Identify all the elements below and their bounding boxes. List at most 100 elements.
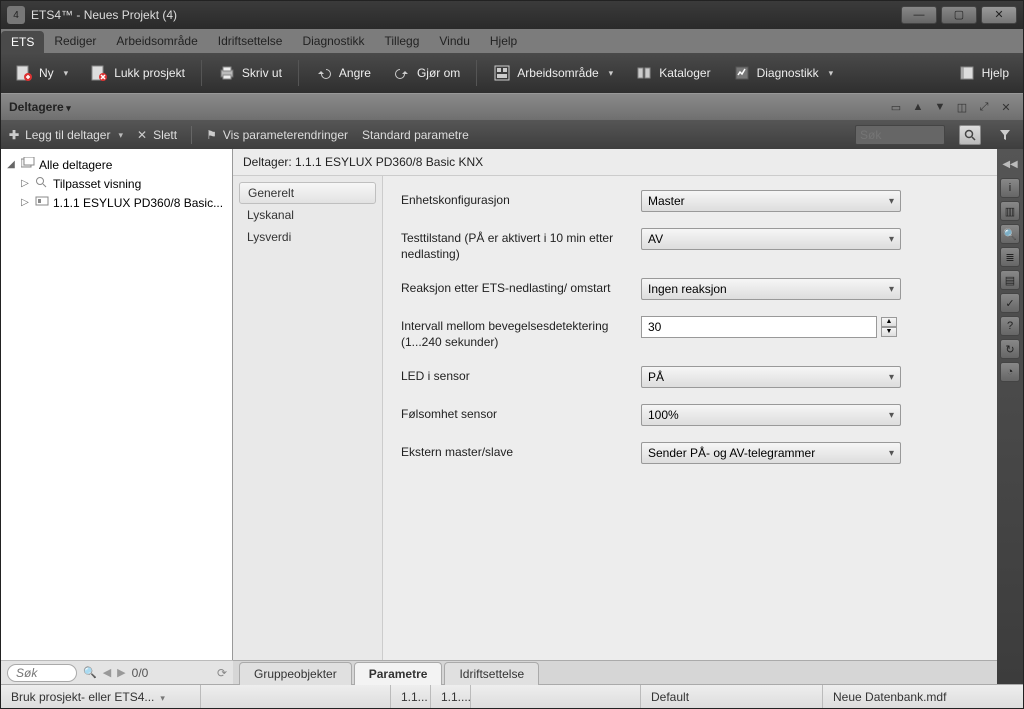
panel-filter-button[interactable] [995,125,1015,145]
prev-result-icon[interactable]: ◀ [103,666,111,679]
menu-diagnostikk[interactable]: Diagnostikk [292,29,374,53]
param-combo-folsomhet[interactable]: 100% [641,404,901,426]
status-addr-2[interactable]: 1.1.... [431,685,471,708]
expand-icon[interactable]: ▷ [19,197,31,208]
sidebar-folder-icon[interactable]: ▥ [1000,201,1020,221]
help-button[interactable]: Hjelp [952,60,1015,86]
diagnostics-icon [733,64,751,82]
sidebar-info-icon[interactable]: i [1000,178,1020,198]
project-name: Neues Projekt (4) [84,8,177,22]
param-combo-led[interactable]: PÅ [641,366,901,388]
panel-title[interactable]: Deltagere [9,100,71,114]
workspace-button[interactable]: Arbeidsområde [487,60,619,86]
panel-split-icon[interactable]: ◫ [953,99,971,115]
minimize-button[interactable]: — [901,6,937,24]
section-lyskanal[interactable]: Lyskanal [233,204,382,226]
param-combo-testtilstand[interactable]: AV [641,228,901,250]
menu-ets[interactable]: ETS [1,31,44,53]
maximize-button[interactable]: ▢ [941,6,977,24]
diagnostics-button[interactable]: Diagnostikk [727,60,840,86]
close-project-button[interactable]: Lukk prosjekt [84,60,191,86]
toolbar-separator [476,60,477,86]
collapse-icon[interactable]: ◢ [5,159,17,170]
tab-idriftsettelse[interactable]: Idriftsettelse [444,662,539,685]
panel-close-icon[interactable]: ✕ [997,99,1015,115]
combo-value: 100% [648,408,679,422]
print-button[interactable]: Skriv ut [212,60,288,86]
menu-idriftsettelse[interactable]: Idriftsettelse [208,29,293,53]
close-project-label: Lukk prosjekt [114,66,185,80]
toolbar-separator [298,60,299,86]
redo-icon [393,64,411,82]
param-row: Enhetskonfigurasjon Master [401,190,979,212]
panel-layout-icon[interactable]: ▭ [887,99,905,115]
next-result-icon[interactable]: ▶ [117,666,125,679]
param-label: Intervall mellom bevegelsesdetektering (… [401,316,641,350]
refresh-icon[interactable]: ⟳ [217,666,227,680]
close-project-icon [90,64,108,82]
panel-search-input[interactable] [855,125,945,145]
tree-item-custom-view[interactable]: ▷ Tilpasset visning [5,174,228,193]
menu-vindu[interactable]: Vindu [429,29,479,53]
section-lysverdi[interactable]: Lysverdi [233,226,382,248]
panel-down-icon[interactable]: ▼ [931,99,949,115]
redo-button[interactable]: Gjør om [387,60,466,86]
param-row: Følsomhet sensor 100% [401,404,979,426]
status-project-mode[interactable]: Bruk prosjekt- eller ETS4... [1,685,201,708]
default-params-button[interactable]: Standard parametre [362,128,469,142]
expand-icon[interactable]: ▷ [19,178,31,189]
section-generelt[interactable]: Generelt [239,182,376,204]
catalogs-icon [635,64,653,82]
menu-arbeidsomrade[interactable]: Arbeidsområde [106,29,207,53]
right-panel-title: Deltager: 1.1.1 ESYLUX PD360/8 Basic KNX [233,149,997,176]
tree-item-label: 1.1.1 ESYLUX PD360/8 Basic... [53,196,223,210]
print-label: Skriv ut [242,66,282,80]
tree-item-device[interactable]: ▷ 1.1.1 ESYLUX PD360/8 Basic... [5,193,228,212]
status-addr-1[interactable]: 1.1... [391,685,431,708]
undo-button[interactable]: Angre [309,60,377,86]
sidebar-search-icon[interactable]: 🔍 [1000,224,1020,244]
param-combo-ekstern[interactable]: Sender PÅ- og AV-telegrammer [641,442,901,464]
delete-icon: ✕ [137,128,147,142]
spin-up-icon[interactable]: ▲ [881,317,897,327]
tree-root[interactable]: ◢ Alle deltagere [5,155,228,174]
panel-expand-icon[interactable]: ⤢ [975,99,993,115]
panel-search-button[interactable] [959,125,981,145]
sidebar-history-icon[interactable]: ↻ [1000,339,1020,359]
tab-parametre[interactable]: Parametre [354,662,443,685]
new-icon [15,64,33,82]
menu-hjelp[interactable]: Hjelp [480,29,527,53]
result-counter: 0/0 [132,666,149,680]
close-window-button[interactable]: ✕ [981,6,1017,24]
search-icon[interactable]: 🔍 [83,666,97,679]
catalogs-button[interactable]: Kataloger [629,60,716,86]
sidebar-clock-icon[interactable]: ◔ [1000,362,1020,382]
param-combo-reaksjon[interactable]: Ingen reaksjon [641,278,901,300]
sidebar-check-icon[interactable]: ✓ [1000,293,1020,313]
param-combo-enhetskonfig[interactable]: Master [641,190,901,212]
sidebar-collapse-icon[interactable]: ◀◀ [1003,153,1017,175]
panel-up-icon[interactable]: ▲ [909,99,927,115]
delete-button[interactable]: ✕ Slett [137,128,177,142]
status-default: Default [641,685,823,708]
param-section-list: Generelt Lyskanal Lysverdi [233,176,383,660]
delete-label: Slett [153,128,177,142]
show-param-changes-button[interactable]: ⚑ Vis parameterendringer [206,128,348,142]
param-row: LED i sensor PÅ [401,366,979,388]
sidebar-question-icon[interactable]: ? [1000,316,1020,336]
param-spin-intervall[interactable] [641,316,877,338]
param-label: LED i sensor [401,366,641,385]
tab-gruppeobjekter[interactable]: Gruppeobjekter [239,662,352,685]
titlebar: 4 ETS4™ - Neues Projekt (4) — ▢ ✕ [1,1,1023,29]
tree-search-input[interactable] [7,664,77,682]
spin-down-icon[interactable]: ▼ [881,327,897,337]
help-icon [958,64,976,82]
new-button[interactable]: Ny [9,60,74,86]
sidebar-book-icon[interactable]: ▤ [1000,270,1020,290]
menu-tillegg[interactable]: Tillegg [374,29,429,53]
menu-rediger[interactable]: Rediger [44,29,106,53]
param-label: Følsomhet sensor [401,404,641,423]
sidebar-list-icon[interactable]: ≣ [1000,247,1020,267]
device-tree[interactable]: ◢ Alle deltagere ▷ Tilpasset visning ▷ 1… [1,149,233,660]
add-participant-button[interactable]: ✚ Legg til deltager [9,128,123,142]
